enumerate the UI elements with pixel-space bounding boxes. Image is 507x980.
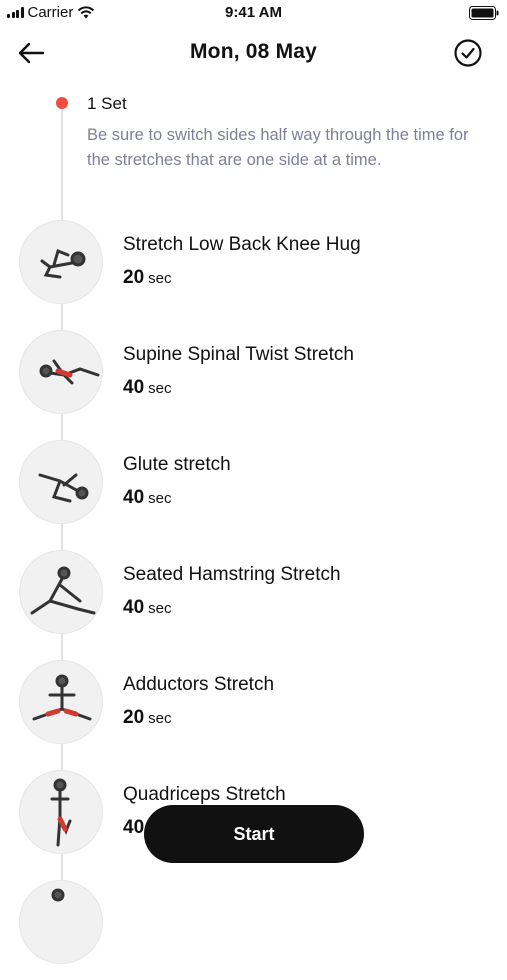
status-time: 9:41 AM bbox=[225, 4, 282, 21]
duration-unit: sec bbox=[148, 270, 172, 287]
duration-value: 40 bbox=[123, 377, 145, 398]
exercise-thumbnail bbox=[19, 770, 103, 854]
battery-icon bbox=[469, 6, 499, 20]
page-title: Mon, 08 May bbox=[189, 40, 318, 63]
exercise-thumbnail bbox=[19, 660, 103, 744]
exercise-name: Seated Hamstring Stretch bbox=[123, 564, 341, 585]
exercise-row[interactable]: Stretch Low Back Knee Hug 20 sec bbox=[0, 220, 507, 320]
status-bar: Carrier 9:41 AM bbox=[0, 0, 507, 26]
exercise-row[interactable]: Seated Hamstring Stretch 40 sec bbox=[0, 550, 507, 650]
start-button[interactable]: Start bbox=[144, 805, 364, 863]
set-label: 1 Set bbox=[87, 94, 127, 113]
exercise-name: Supine Spinal Twist Stretch bbox=[123, 344, 354, 365]
exercise-duration: 40sec bbox=[123, 487, 171, 509]
duration-value: 40 bbox=[123, 487, 145, 508]
exercise-thumbnail bbox=[19, 220, 103, 304]
nav-bar: Mon, 08 May bbox=[0, 30, 507, 76]
exercise-duration: 20 sec bbox=[123, 267, 171, 289]
exercise-thumbnail bbox=[19, 880, 103, 964]
exercise-duration: 40sec bbox=[123, 597, 171, 619]
duration-value: 40 bbox=[123, 597, 145, 618]
duration-unit: sec bbox=[148, 710, 172, 727]
exercise-thumbnail bbox=[19, 330, 103, 414]
exercise-row[interactable] bbox=[0, 880, 507, 980]
duration-unit: sec bbox=[148, 380, 172, 397]
exercise-thumbnail bbox=[19, 550, 103, 634]
duration-value: 40 bbox=[123, 817, 145, 838]
duration-unit: sec bbox=[148, 600, 172, 617]
duration-unit: sec bbox=[148, 490, 172, 507]
exercise-thumbnail bbox=[19, 440, 103, 524]
exercise-row[interactable]: Glute stretch 40 sec bbox=[0, 440, 507, 540]
check-circle-icon[interactable] bbox=[453, 38, 483, 68]
set-indicator-dot bbox=[56, 97, 68, 109]
exercise-row[interactable]: Supine Spinal Twist Stretch 40 sec bbox=[0, 330, 507, 430]
start-button-label: Start bbox=[233, 823, 275, 844]
duration-value: 20 bbox=[123, 267, 145, 288]
exercise-duration: 40sec bbox=[123, 377, 171, 399]
exercise-duration: 20 sec bbox=[123, 707, 171, 729]
duration-value: 20 bbox=[123, 707, 145, 728]
exercise-name: Glute stretch bbox=[123, 454, 231, 475]
exercise-name: Adductors Stretch bbox=[123, 674, 275, 695]
exercise-name: Quadriceps Stretch bbox=[123, 784, 286, 805]
exercise-name: Stretch Low Back Knee Hug bbox=[123, 234, 361, 255]
exercise-row[interactable]: Adductors Stretch 20 sec bbox=[0, 660, 507, 760]
set-note: Be sure to switch sides half way through… bbox=[87, 126, 469, 169]
